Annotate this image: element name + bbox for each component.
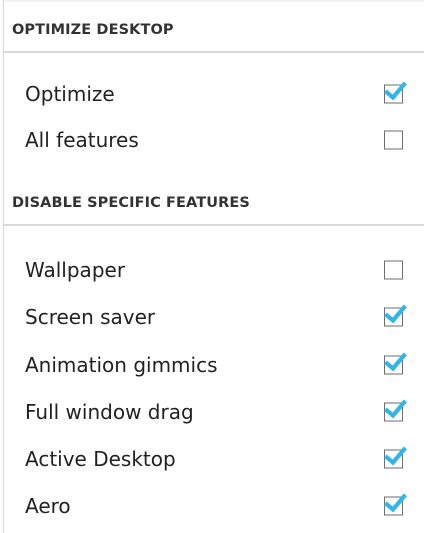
checkmark-icon	[384, 493, 407, 513]
setting-label-full-window-drag: Full window drag	[25, 400, 194, 424]
setting-row-screen-saver[interactable]: Screen saver	[4, 294, 424, 340]
setting-row-animation-gimmics[interactable]: Animation gimmics	[4, 342, 424, 388]
setting-row-active-desktop[interactable]: Active Desktop	[4, 436, 424, 482]
setting-row-aero[interactable]: Aero	[4, 483, 424, 529]
checkmark-icon	[384, 399, 407, 419]
all-features-checkbox[interactable]	[384, 130, 403, 150]
setting-label-all-features: All features	[25, 128, 139, 152]
setting-row-optimize[interactable]: Optimize	[4, 71, 424, 117]
full-window-drag-checkbox[interactable]	[384, 399, 407, 422]
setting-row-full-window-drag[interactable]: Full window drag	[4, 389, 424, 435]
section-header-optimize-desktop: OPTIMIZE DESKTOP	[4, 9, 424, 53]
setting-label-wallpaper: Wallpaper	[25, 258, 126, 282]
setting-label-optimize: Optimize	[25, 82, 115, 106]
setting-row-wallpaper[interactable]: Wallpaper	[4, 247, 424, 293]
screen-saver-checkbox[interactable]	[384, 304, 407, 327]
aero-checkbox[interactable]	[384, 493, 407, 516]
setting-row-all-features[interactable]: All features	[4, 117, 424, 163]
checkmark-icon	[384, 304, 407, 324]
checkmark-icon	[384, 352, 407, 372]
setting-label-active-desktop: Active Desktop	[25, 447, 176, 471]
optimize-checkbox[interactable]	[384, 81, 407, 104]
top-strip	[4, 0, 424, 2]
setting-label-aero: Aero	[25, 494, 71, 518]
section-title: OPTIMIZE DESKTOP	[12, 22, 174, 38]
checkmark-icon	[384, 81, 407, 101]
wallpaper-checkbox[interactable]	[384, 260, 403, 280]
active-desktop-checkbox[interactable]	[384, 446, 407, 469]
optimize-settings-panel: OPTIMIZE DESKTOP Optimize All features D…	[3, 0, 424, 533]
checkmark-icon	[384, 446, 407, 466]
section-header-disable-specific-features: DISABLE SPECIFIC FEATURES	[4, 182, 424, 226]
setting-label-screen-saver: Screen saver	[25, 305, 156, 329]
setting-label-animation-gimmics: Animation gimmics	[25, 353, 218, 377]
section-title: DISABLE SPECIFIC FEATURES	[12, 195, 250, 211]
animation-gimmics-checkbox[interactable]	[384, 352, 407, 375]
